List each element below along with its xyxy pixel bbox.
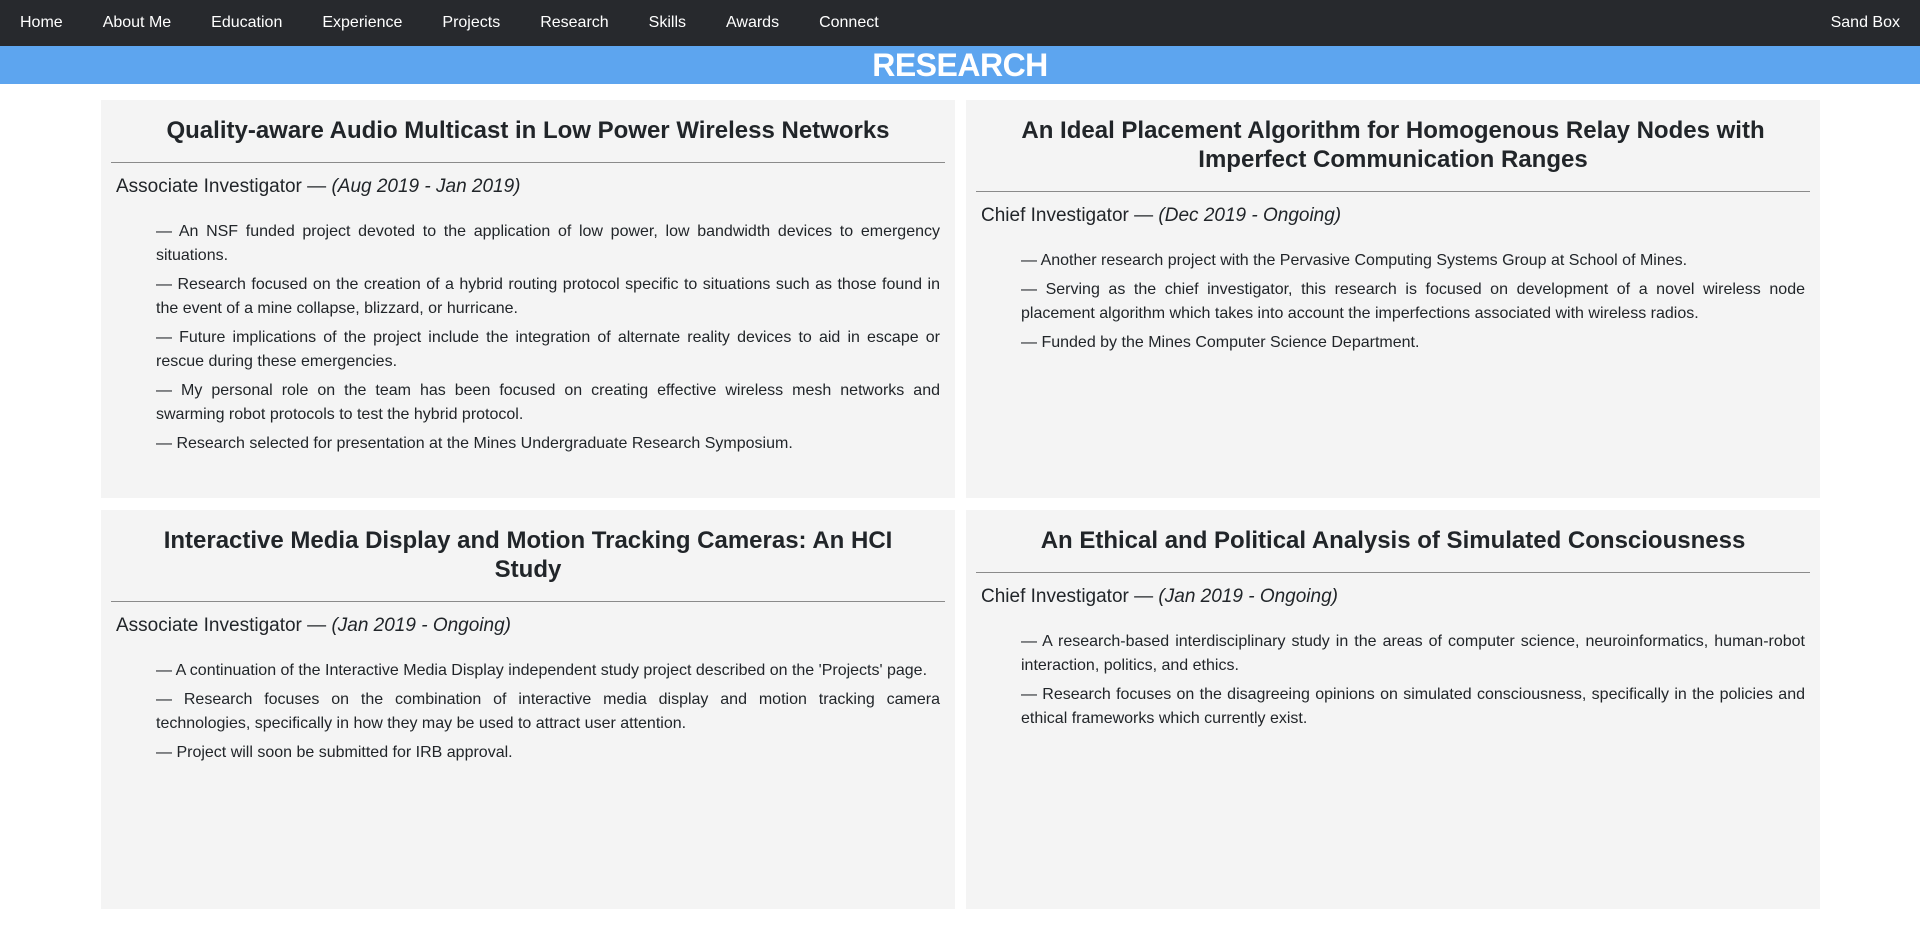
card-bullet-list: — Another research project with the Perv…: [1021, 249, 1805, 355]
card-role: Associate Investigator —: [116, 615, 332, 636]
nav-about-me[interactable]: About Me: [103, 14, 171, 32]
card-dates: (Jan 2019 - Ongoing): [1158, 586, 1338, 607]
nav-sand-box[interactable]: Sand Box: [1831, 14, 1900, 32]
list-item: — Research selected for presentation at …: [156, 435, 793, 452]
research-card: Interactive Media Display and Motion Tra…: [101, 510, 955, 909]
research-card: An Ethical and Political Analysis of Sim…: [966, 510, 1820, 909]
research-card: Quality-aware Audio Multicast in Low Pow…: [101, 100, 955, 498]
card-divider: [111, 601, 945, 602]
card-role-line: Chief Investigator — (Dec 2019 - Ongoing…: [981, 205, 1810, 227]
card-bullet-list: — A research-based interdisciplinary stu…: [1021, 630, 1805, 731]
list-item: — Another research project with the Perv…: [1021, 252, 1688, 269]
top-navbar: Home About Me Education Experience Projects R…: [0, 0, 1920, 46]
nav-awards[interactable]: Awards: [726, 14, 779, 32]
card-bullet-list: — An NSF funded project devoted to the a…: [156, 220, 940, 456]
nav-projects[interactable]: Projects: [442, 14, 500, 32]
page-banner: RESEARCH: [0, 46, 1920, 84]
card-role-line: Associate Investigator — (Aug 2019 - Jan…: [116, 176, 945, 198]
card-role-line: Chief Investigator — (Jan 2019 - Ongoing…: [981, 586, 1810, 608]
nav-experience[interactable]: Experience: [322, 14, 402, 32]
list-item: — A continuation of the Interactive Medi…: [156, 662, 928, 679]
nav-skills[interactable]: Skills: [649, 14, 686, 32]
list-item: — My personal role on the team has been …: [156, 382, 940, 423]
card-role: Associate Investigator —: [116, 176, 332, 197]
list-item: — Funded by the Mines Computer Science D…: [1021, 334, 1420, 351]
card-title: An Ideal Placement Algorithm for Homogen…: [1021, 117, 1765, 173]
card-dates: (Dec 2019 - Ongoing): [1158, 205, 1342, 226]
list-item: — Project will soon be submitted for IRB…: [156, 744, 513, 761]
nav-research[interactable]: Research: [540, 14, 608, 32]
nav-links: Home About Me Education Experience Projects R…: [20, 14, 1831, 32]
card-divider: [976, 191, 1810, 192]
list-item: — A research-based interdisciplinary stu…: [1021, 633, 1805, 674]
card-role: Chief Investigator —: [981, 586, 1159, 607]
list-item: — Research focuses on the disagreeing op…: [1021, 686, 1805, 727]
list-item: — Future implications of the project inc…: [156, 329, 940, 370]
list-item: — Research focused on the creation of a …: [156, 276, 940, 317]
card-role-line: Associate Investigator — (Jan 2019 - Ong…: [116, 615, 945, 637]
nav-home[interactable]: Home: [20, 14, 63, 32]
list-item: — An NSF funded project devoted to the a…: [156, 223, 940, 264]
card-title: An Ethical and Political Analysis of Sim…: [1040, 527, 1746, 554]
card-dates: (Jan 2019 - Ongoing): [331, 615, 511, 636]
card-title: Quality-aware Audio Multicast in Low Pow…: [166, 117, 890, 144]
card-divider: [976, 572, 1810, 573]
research-card: An Ideal Placement Algorithm for Homogen…: [966, 100, 1820, 498]
card-dates: (Aug 2019 - Jan 2019): [331, 176, 521, 197]
card-title: Interactive Media Display and Motion Tra…: [163, 527, 893, 583]
card-bullet-list: — A continuation of the Interactive Medi…: [156, 659, 940, 765]
list-item: — Serving as the chief investigator, thi…: [1021, 281, 1805, 322]
nav-education[interactable]: Education: [211, 14, 282, 32]
card-role: Chief Investigator —: [981, 205, 1159, 226]
page-title: RESEARCH: [872, 46, 1048, 83]
list-item: — Research focuses on the combination of…: [156, 691, 940, 732]
nav-connect[interactable]: Connect: [819, 14, 879, 32]
research-grid: Quality-aware Audio Multicast in Low Pow…: [101, 100, 1820, 909]
card-divider: [111, 162, 945, 163]
